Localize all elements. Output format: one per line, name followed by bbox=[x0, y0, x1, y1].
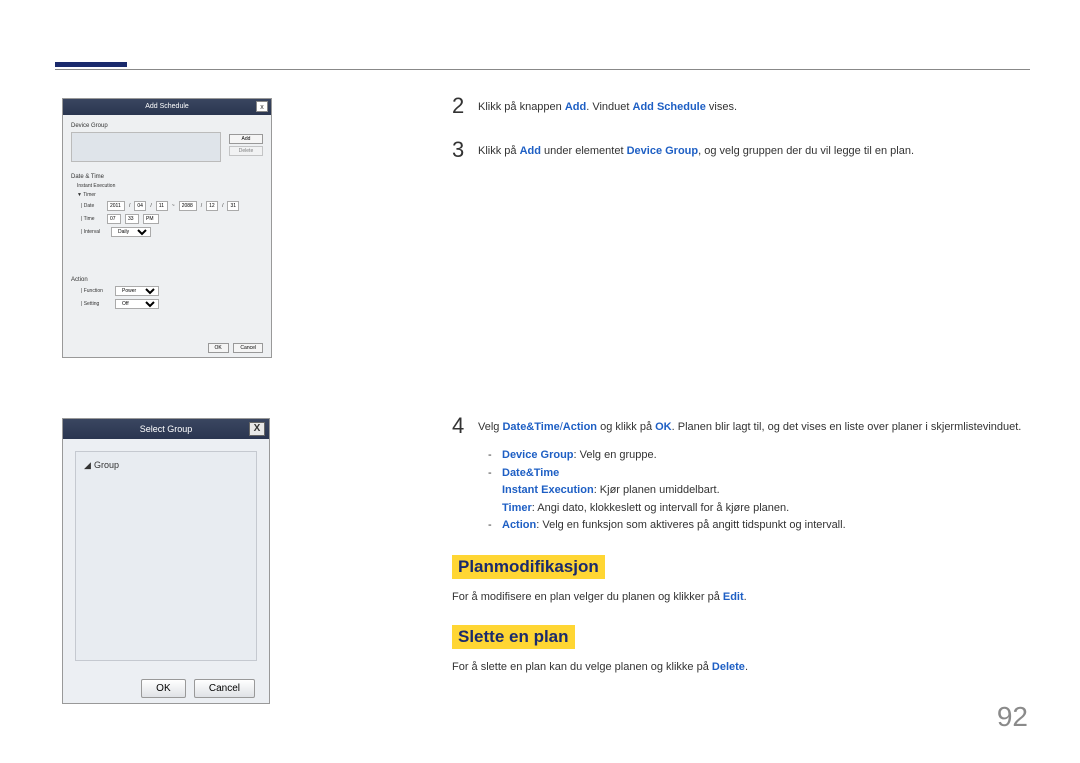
time-h[interactable] bbox=[107, 214, 121, 224]
cancel-button[interactable]: Cancel bbox=[194, 679, 255, 698]
ok-button[interactable]: OK bbox=[141, 679, 185, 698]
add-schedule-screenshot: Add Schedule x Device Group Add Delete D… bbox=[62, 98, 272, 358]
setting-select[interactable]: Off bbox=[115, 299, 159, 309]
group-tree-panel: ◢Group bbox=[75, 451, 257, 661]
date-m1[interactable] bbox=[134, 201, 146, 211]
sub-device-group: Device Group: Velg en gruppe. bbox=[488, 447, 1028, 465]
setting-label: | Setting bbox=[81, 301, 111, 307]
top-accent-bar bbox=[55, 62, 127, 67]
time-ampm[interactable] bbox=[143, 214, 159, 224]
time-label: | Time bbox=[81, 216, 103, 222]
step-2: 2 Klikk på knappen Add. Vinduet Add Sche… bbox=[452, 95, 1028, 117]
section-delete-text: For å slette en plan kan du velge planen… bbox=[452, 659, 1028, 676]
date-d2[interactable] bbox=[227, 201, 239, 211]
step-number: 2 bbox=[452, 95, 478, 117]
close-icon[interactable]: X bbox=[249, 422, 265, 436]
step-3: 3 Klikk på Add under elementet Device Gr… bbox=[452, 139, 1028, 161]
date-y1[interactable] bbox=[107, 201, 125, 211]
step-text: Klikk på Add under elementet Device Grou… bbox=[478, 139, 914, 160]
datetime-label: Date & Time bbox=[71, 174, 263, 180]
section-planmod-title: Planmodifikasjon bbox=[452, 555, 605, 579]
device-group-box bbox=[71, 132, 221, 162]
select-group-screenshot: Select Group X ◢Group OK Cancel bbox=[62, 418, 270, 704]
ok-button[interactable]: OK bbox=[208, 343, 229, 353]
add-schedule-title: Add Schedule bbox=[145, 103, 189, 110]
select-group-titlebar: Select Group X bbox=[63, 419, 269, 439]
step-number: 4 bbox=[452, 415, 478, 437]
step-text: Velg Date&Time/Action og klikk på OK. Pl… bbox=[478, 415, 1021, 436]
date-m2[interactable] bbox=[206, 201, 218, 211]
step-text: Klikk på knappen Add. Vinduet Add Schedu… bbox=[478, 95, 737, 116]
step-number: 3 bbox=[452, 139, 478, 161]
date-d1[interactable] bbox=[156, 201, 168, 211]
device-group-label: Device Group bbox=[71, 123, 263, 129]
add-schedule-titlebar: Add Schedule x bbox=[63, 99, 271, 115]
function-label: | Function bbox=[81, 288, 111, 294]
horizontal-rule bbox=[55, 69, 1030, 70]
section-planmod-text: For å modifisere en plan velger du plane… bbox=[452, 589, 1028, 606]
timer-option[interactable]: Timer bbox=[83, 192, 96, 198]
sub-timer: Timer: Angi dato, klokkeslett og interva… bbox=[502, 500, 1028, 518]
step-4: 4 Velg Date&Time/Action og klikk på OK. … bbox=[452, 415, 1028, 437]
sub-action: Action: Velg en funksjon som aktiveres p… bbox=[488, 517, 1028, 535]
page-number: 92 bbox=[997, 701, 1028, 733]
select-group-title: Select Group bbox=[140, 424, 193, 434]
section-delete-title: Slette en plan bbox=[452, 625, 575, 649]
time-m[interactable] bbox=[125, 214, 139, 224]
triangle-icon: ◢ bbox=[84, 460, 90, 466]
sub-instant-exec: Instant Execution: Kjør planen umiddelba… bbox=[502, 482, 1028, 500]
group-tree-item[interactable]: ◢Group bbox=[84, 460, 248, 470]
instant-exec-option[interactable]: Instant Execution bbox=[77, 183, 263, 189]
close-icon[interactable]: x bbox=[256, 101, 268, 112]
date-y2[interactable] bbox=[179, 201, 197, 211]
action-label: Action bbox=[71, 277, 263, 283]
cancel-button[interactable]: Cancel bbox=[233, 343, 263, 353]
delete-button[interactable]: Delete bbox=[229, 146, 263, 156]
add-button[interactable]: Add bbox=[229, 134, 263, 144]
function-select[interactable]: Power bbox=[115, 286, 159, 296]
date-label: | Date bbox=[81, 203, 103, 209]
interval-select[interactable]: Daily bbox=[111, 227, 151, 237]
sub-datetime: Date&Time bbox=[488, 465, 1028, 483]
interval-label: | Interval bbox=[81, 229, 107, 235]
